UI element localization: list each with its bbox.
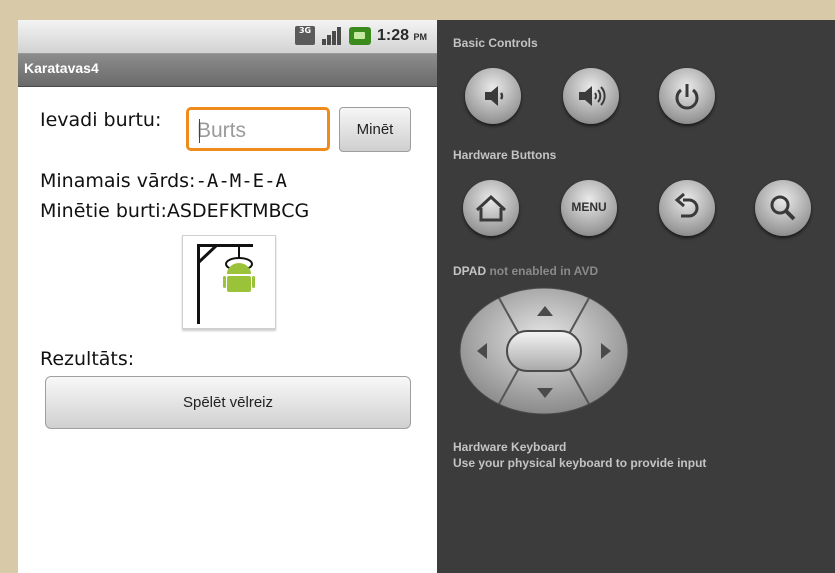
menu-label: MENU	[571, 200, 607, 214]
basic-controls-title: Basic Controls	[453, 36, 538, 50]
play-again-button[interactable]: Spēlēt vēlreiz	[45, 376, 411, 429]
volume-up-icon[interactable]	[563, 68, 619, 124]
menu-button[interactable]: MENU	[561, 180, 617, 236]
search-icon[interactable]	[755, 180, 811, 236]
dpad-up-icon[interactable]	[537, 306, 553, 316]
dpad-down-icon[interactable]	[537, 388, 553, 398]
letter-input-placeholder: Burts	[197, 119, 247, 142]
power-icon[interactable]	[659, 68, 715, 124]
home-icon[interactable]	[463, 180, 519, 236]
word-label: Minamais vārds:	[40, 170, 196, 192]
dpad	[459, 286, 629, 416]
input-label: Ievadi burtu:	[40, 109, 162, 131]
back-icon[interactable]	[659, 180, 715, 236]
hardware-buttons-title: Hardware Buttons	[453, 148, 557, 162]
dpad-right-icon[interactable]	[601, 343, 611, 359]
guessed-value: ASDEFKTMBCG	[166, 200, 310, 222]
guessed-row: Minētie burti:ASDEFKTMBCG	[40, 200, 309, 222]
status-bar: 3G 1:28 PM	[18, 20, 437, 54]
3g-icon: 3G	[295, 26, 316, 45]
status-clock: 1:28 PM	[377, 26, 427, 44]
word-row: Minamais vārds:-A-M-E-A	[40, 170, 287, 192]
guessed-label: Minētie burti:	[40, 200, 167, 222]
volume-down-icon[interactable]	[465, 68, 521, 124]
app-title-bar: Karatavas4	[18, 54, 437, 87]
hardware-keyboard-desc: Use your physical keyboard to provide in…	[453, 456, 707, 470]
signal-icon	[321, 26, 343, 45]
app-title: Karatavas4	[24, 60, 99, 76]
hardware-keyboard-title: Hardware Keyboard	[453, 440, 567, 454]
dpad-title: DPAD not enabled in AVD	[453, 264, 599, 278]
battery-icon	[349, 26, 372, 45]
hangman-image	[182, 235, 276, 329]
result-label: Rezultāts:	[40, 348, 135, 370]
guess-button[interactable]: Minēt	[339, 107, 411, 152]
phone-screen: 3G 1:28 PM Karatavas4 Ievadi burtu: Burt…	[18, 20, 437, 573]
letter-input[interactable]: Burts	[186, 107, 330, 151]
dpad-left-icon[interactable]	[477, 343, 487, 359]
emulator-controls-panel: Basic Controls Hardware Buttons MENU DPA…	[437, 20, 835, 573]
word-value: -A-M-E-A	[195, 170, 287, 192]
